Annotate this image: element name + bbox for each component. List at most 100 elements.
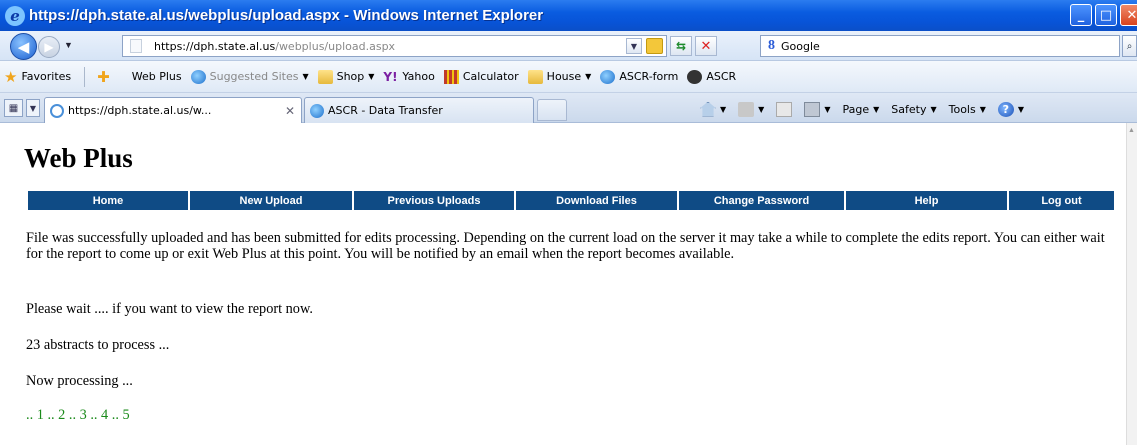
internet-explorer-icon: e: [5, 5, 25, 26]
maximize-button[interactable]: □: [1095, 4, 1117, 26]
address-toolbar: ◀ ▶ ▼ https://dph.state.al.us/webplus/up…: [0, 31, 1137, 61]
page-menu-label: Page: [842, 102, 870, 116]
nav-previous-uploads[interactable]: Previous Uploads: [354, 191, 514, 210]
search-field[interactable]: 8 Google: [760, 35, 1120, 57]
vertical-scrollbar[interactable]: ▲: [1126, 123, 1137, 445]
chevron-down-icon: ▼: [585, 72, 592, 81]
chevron-down-icon: ▼: [1017, 104, 1025, 114]
chevron-down-icon: ▼: [979, 104, 986, 114]
folder-icon: [317, 69, 333, 84]
add-to-favorites-icon[interactable]: ✚: [97, 68, 110, 86]
fav-link-label: ASCR-form: [619, 70, 679, 83]
new-tab-button[interactable]: [537, 99, 567, 121]
help-icon: ?: [997, 101, 1014, 117]
ascr-icon: [687, 69, 703, 84]
chevron-down-icon: ▼: [368, 72, 375, 81]
ie-page-icon: [190, 69, 206, 84]
chevron-down-icon: ▼: [302, 72, 309, 81]
favorites-bar: ★ Favorites ✚ Web Plus Suggested Sites ▼ …: [0, 61, 1137, 93]
read-mail-button[interactable]: [776, 101, 793, 117]
tab-label: ASCR - Data Transfer: [328, 104, 443, 117]
page-icon: [130, 39, 142, 53]
tab-upload[interactable]: https://dph.state.al.us/w... ✕: [44, 97, 302, 123]
chevron-down-icon: ▼: [824, 104, 831, 114]
upload-success-message: File was successfully uploaded and has b…: [26, 230, 1105, 262]
stop-button[interactable]: ✕: [695, 36, 717, 56]
fav-link-label: Yahoo: [402, 70, 435, 83]
calculator-icon: [443, 69, 459, 84]
fav-link-label: ASCR: [706, 70, 737, 83]
search-engine-label: Google: [781, 39, 820, 53]
favorites-separator: [84, 66, 86, 87]
tools-menu[interactable]: Tools ▼: [949, 103, 986, 116]
safety-menu[interactable]: Safety ▼: [891, 103, 936, 116]
yahoo-icon: Y!: [383, 69, 398, 84]
minimize-button[interactable]: _: [1070, 4, 1092, 26]
address-field[interactable]: https://dph.state.al.us/webplus/upload.a…: [122, 35, 667, 57]
command-bar: ▼ ▼ ▼ Page ▼ Safety ▼ Tools ▼ ? ▼: [700, 97, 1036, 121]
fav-link-ascr-form[interactable]: ASCR-form: [600, 69, 679, 84]
loading-page-icon: [50, 103, 64, 118]
back-button[interactable]: ◀: [10, 33, 37, 60]
help-menu[interactable]: ? ▼: [997, 101, 1025, 117]
recent-pages-dropdown[interactable]: ▼: [64, 40, 73, 50]
ie-page-icon: [310, 103, 324, 118]
fav-link-shop[interactable]: Shop ▼: [317, 69, 375, 84]
favorites-button[interactable]: Favorites: [21, 70, 71, 83]
google-icon: 8: [768, 38, 775, 53]
nav-change-password[interactable]: Change Password: [679, 191, 844, 210]
folder-icon: [527, 69, 543, 84]
address-dropdown-icon[interactable]: ▼: [626, 38, 642, 54]
nav-new-upload[interactable]: New Upload: [190, 191, 352, 210]
nav-download-files[interactable]: Download Files: [516, 191, 677, 210]
main-nav: Home New Upload Previous Uploads Downloa…: [28, 191, 1114, 210]
nav-home[interactable]: Home: [28, 191, 188, 210]
processing-progress: .. 1 .. 2 .. 3 .. 4 .. 5: [26, 407, 130, 423]
page-content: Web Plus Home New Upload Previous Upload…: [0, 123, 1126, 445]
ie-page-icon: [600, 69, 616, 84]
url-path: /webplus/upload.aspx: [275, 39, 396, 53]
favorites-label: Favorites: [21, 70, 72, 83]
tools-menu-label: Tools: [948, 102, 976, 116]
fav-link-house[interactable]: House ▼: [527, 69, 592, 84]
abstracts-count: 23 abstracts to process ...: [26, 337, 170, 353]
fav-link-yahoo[interactable]: Y! Yahoo: [383, 70, 434, 84]
printer-icon: [804, 101, 821, 117]
print-button[interactable]: ▼: [804, 101, 831, 117]
tab-bar: ▦ ▼ https://dph.state.al.us/w... ✕ ASCR …: [0, 93, 1137, 123]
tab-list-dropdown[interactable]: ▼: [26, 99, 40, 117]
tab-ascr-data-transfer[interactable]: ASCR - Data Transfer: [304, 97, 534, 123]
site-title: Web Plus: [24, 143, 133, 173]
favorites-star-icon: ★: [4, 67, 18, 86]
fav-link-label: Calculator: [462, 70, 519, 83]
fav-link-suggested-sites[interactable]: Suggested Sites ▼: [190, 69, 309, 84]
page-menu[interactable]: Page ▼: [842, 103, 879, 116]
lock-icon[interactable]: [646, 38, 663, 54]
nav-help[interactable]: Help: [846, 191, 1007, 210]
safety-menu-label: Safety: [891, 102, 927, 116]
scroll-up-icon[interactable]: ▲: [1128, 127, 1137, 136]
chevron-down-icon: ▼: [720, 104, 727, 114]
search-icon[interactable]: ⌕: [1122, 35, 1137, 57]
feeds-button[interactable]: ▼: [738, 101, 765, 117]
window-title-bar[interactable]: e https://dph.state.al.us/webplus/upload…: [0, 0, 1137, 31]
mail-icon: [776, 101, 793, 117]
fav-link-label: Web Plus: [131, 70, 182, 83]
fav-link-web-plus[interactable]: Web Plus: [132, 70, 182, 83]
quick-tabs-icon[interactable]: ▦: [4, 99, 23, 117]
close-window-button[interactable]: ✕: [1120, 4, 1137, 26]
chevron-down-icon: ▼: [758, 104, 765, 114]
feed-icon: [738, 101, 755, 117]
fav-link-label: Shop: [336, 70, 365, 83]
fav-link-calculator[interactable]: Calculator: [443, 69, 519, 84]
close-tab-icon[interactable]: ✕: [285, 104, 295, 118]
url-host: https://dph.state.al.us: [154, 39, 276, 53]
refresh-button[interactable]: ⇆: [670, 36, 692, 56]
nav-log-out[interactable]: Log out: [1009, 191, 1114, 210]
tab-label: https://dph.state.al.us/w...: [68, 104, 212, 117]
home-button[interactable]: ▼: [700, 101, 727, 117]
fav-link-label: House: [546, 70, 582, 83]
fav-link-ascr[interactable]: ASCR: [687, 69, 737, 84]
forward-button[interactable]: ▶: [38, 36, 60, 58]
chevron-down-icon: ▼: [873, 104, 880, 114]
